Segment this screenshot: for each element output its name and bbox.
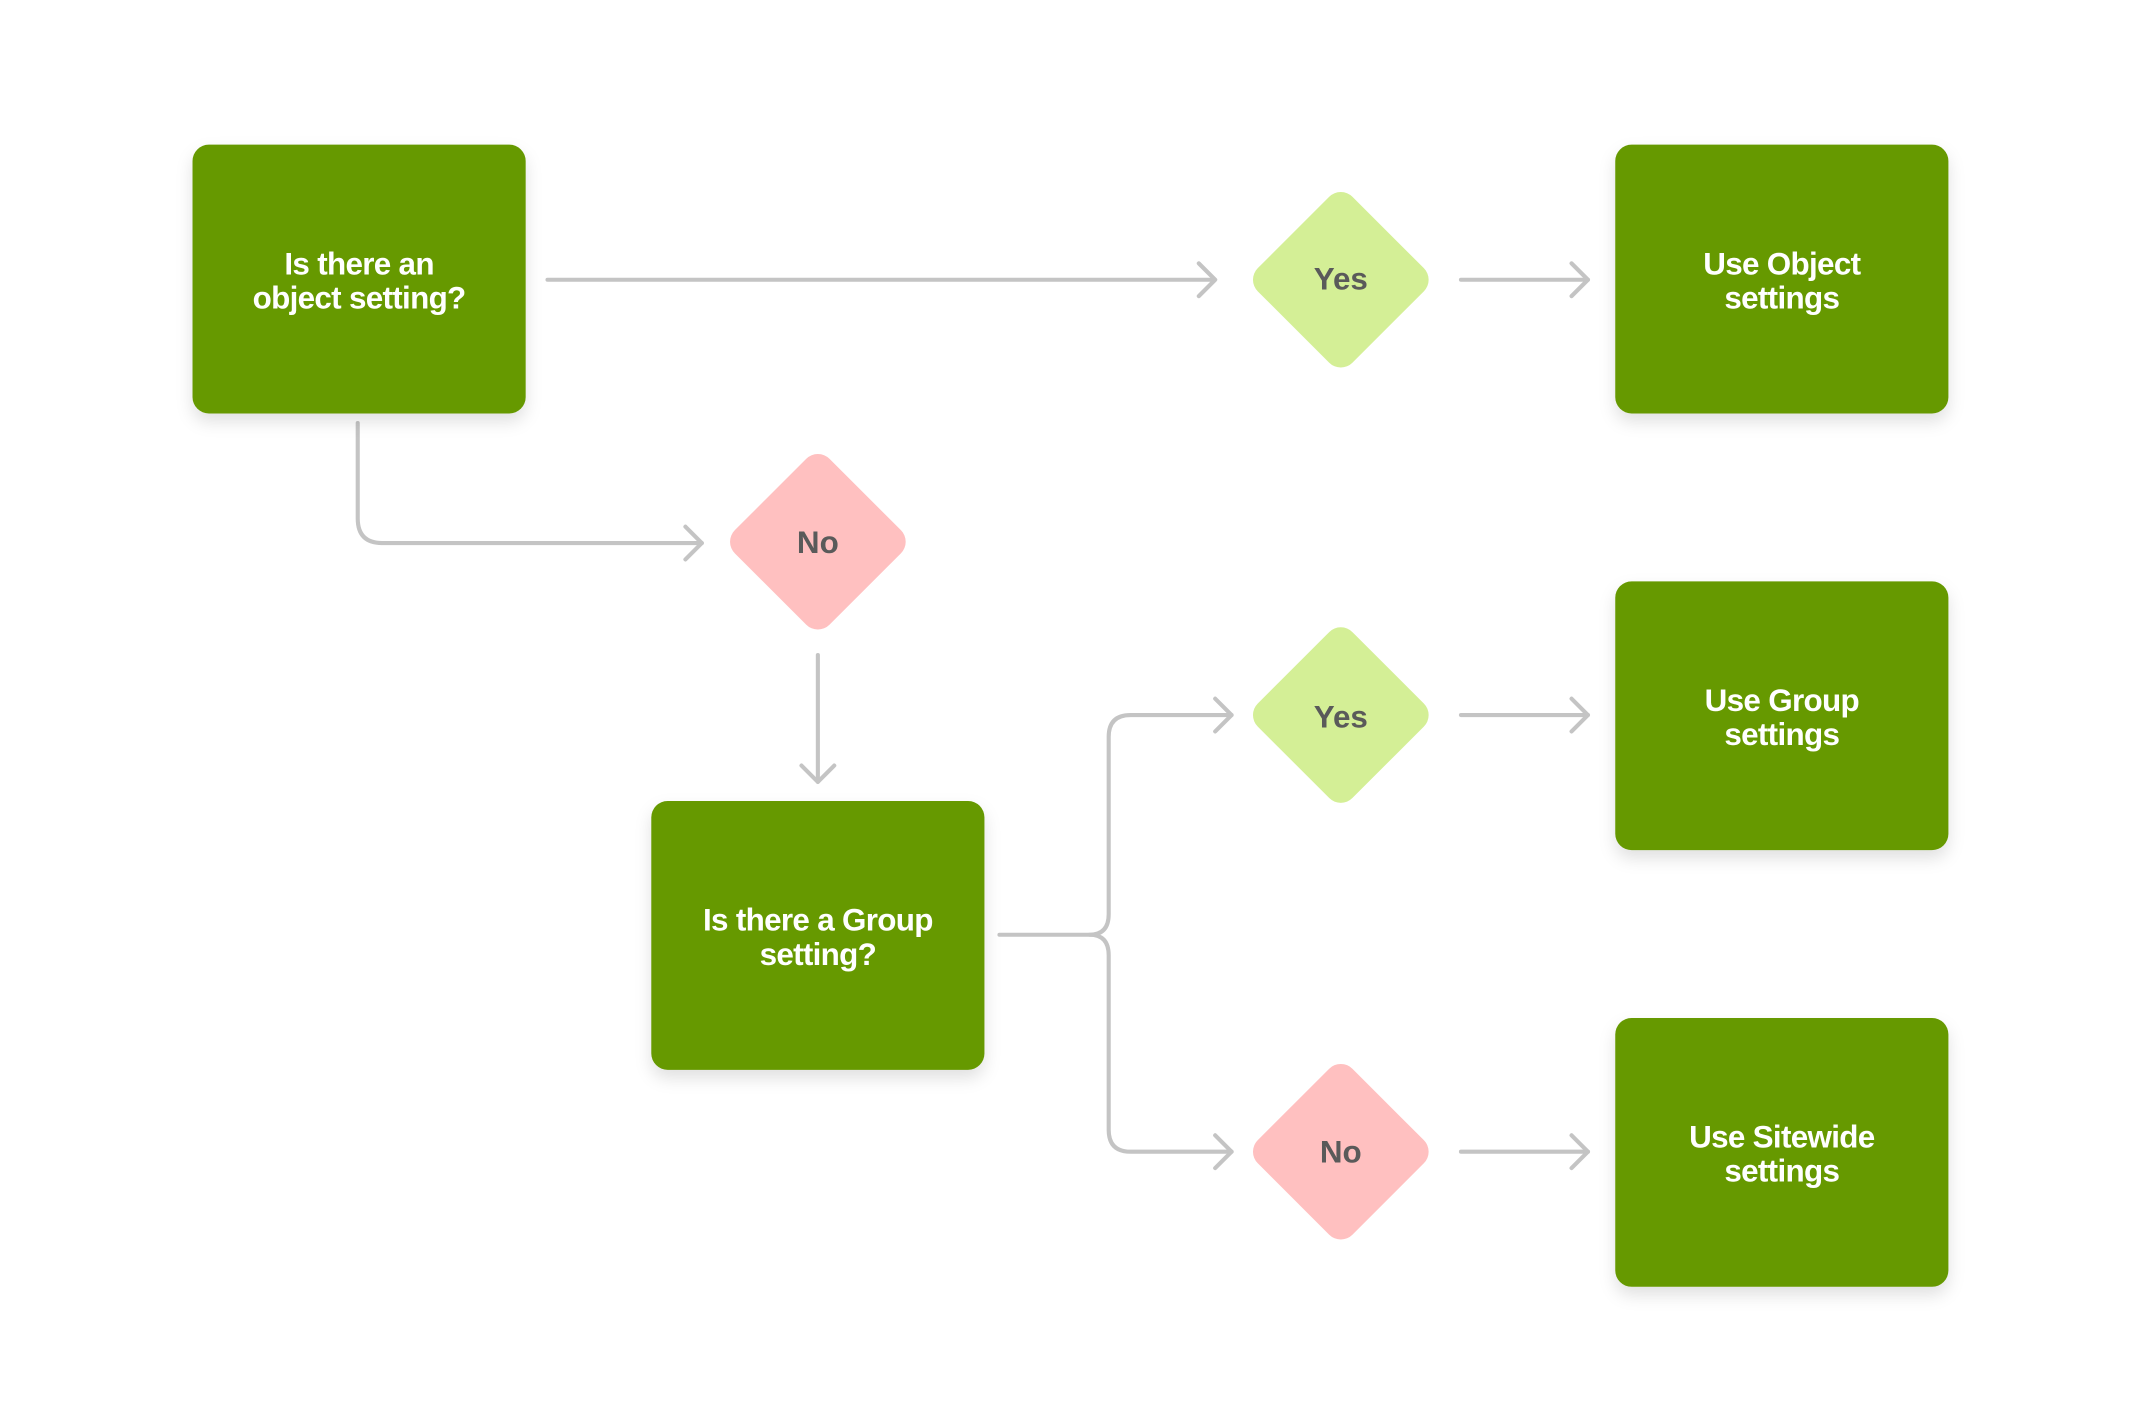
decision-label: Yes bbox=[1314, 699, 1368, 734]
box-text-line1: Is there a Group bbox=[703, 903, 933, 938]
process-box-use-sitewide: Use Sitewide settings bbox=[1615, 1017, 1949, 1287]
process-box-use-group: Use Group settings bbox=[1615, 581, 1949, 851]
box-text-line1: Use Group bbox=[1705, 683, 1859, 718]
decision-label: Yes bbox=[1314, 261, 1368, 296]
connector-object-no bbox=[355, 420, 704, 562]
decision-no-group: No bbox=[1252, 1063, 1429, 1240]
decision-no-object: No bbox=[730, 453, 906, 630]
connector-no-use-sitewide bbox=[1458, 1133, 1590, 1171]
connector-group-branch bbox=[997, 696, 1234, 1171]
box-text-line1: Use Object bbox=[1703, 246, 1861, 281]
decision-label: No bbox=[1320, 1135, 1362, 1170]
box-text-line1: Use Sitewide bbox=[1689, 1120, 1875, 1155]
process-box-group-question: Is there a Group setting? bbox=[651, 801, 985, 1070]
box-text-line1: Is there an bbox=[284, 246, 433, 281]
box-text-line2: object setting? bbox=[253, 280, 466, 315]
box-text-line2: settings bbox=[1724, 1154, 1839, 1189]
decision-label: No bbox=[797, 525, 839, 560]
box-text-line2: settings bbox=[1724, 717, 1839, 752]
decision-yes-object: Yes bbox=[1252, 191, 1429, 368]
flowchart: Is there an object setting? Use Object s… bbox=[192, 144, 1949, 1287]
connector-yes-use-object bbox=[1458, 261, 1590, 299]
process-box-object-question: Is there an object setting? bbox=[192, 144, 526, 414]
box-text-line2: settings bbox=[1724, 280, 1839, 315]
decision-yes-group: Yes bbox=[1252, 627, 1429, 803]
connector-object-yes bbox=[545, 261, 1218, 299]
connector-no-group-question bbox=[799, 652, 837, 784]
box-text-line2: setting? bbox=[760, 937, 877, 972]
connector-yes-use-group bbox=[1458, 696, 1590, 734]
process-box-use-object: Use Object settings bbox=[1615, 144, 1949, 414]
